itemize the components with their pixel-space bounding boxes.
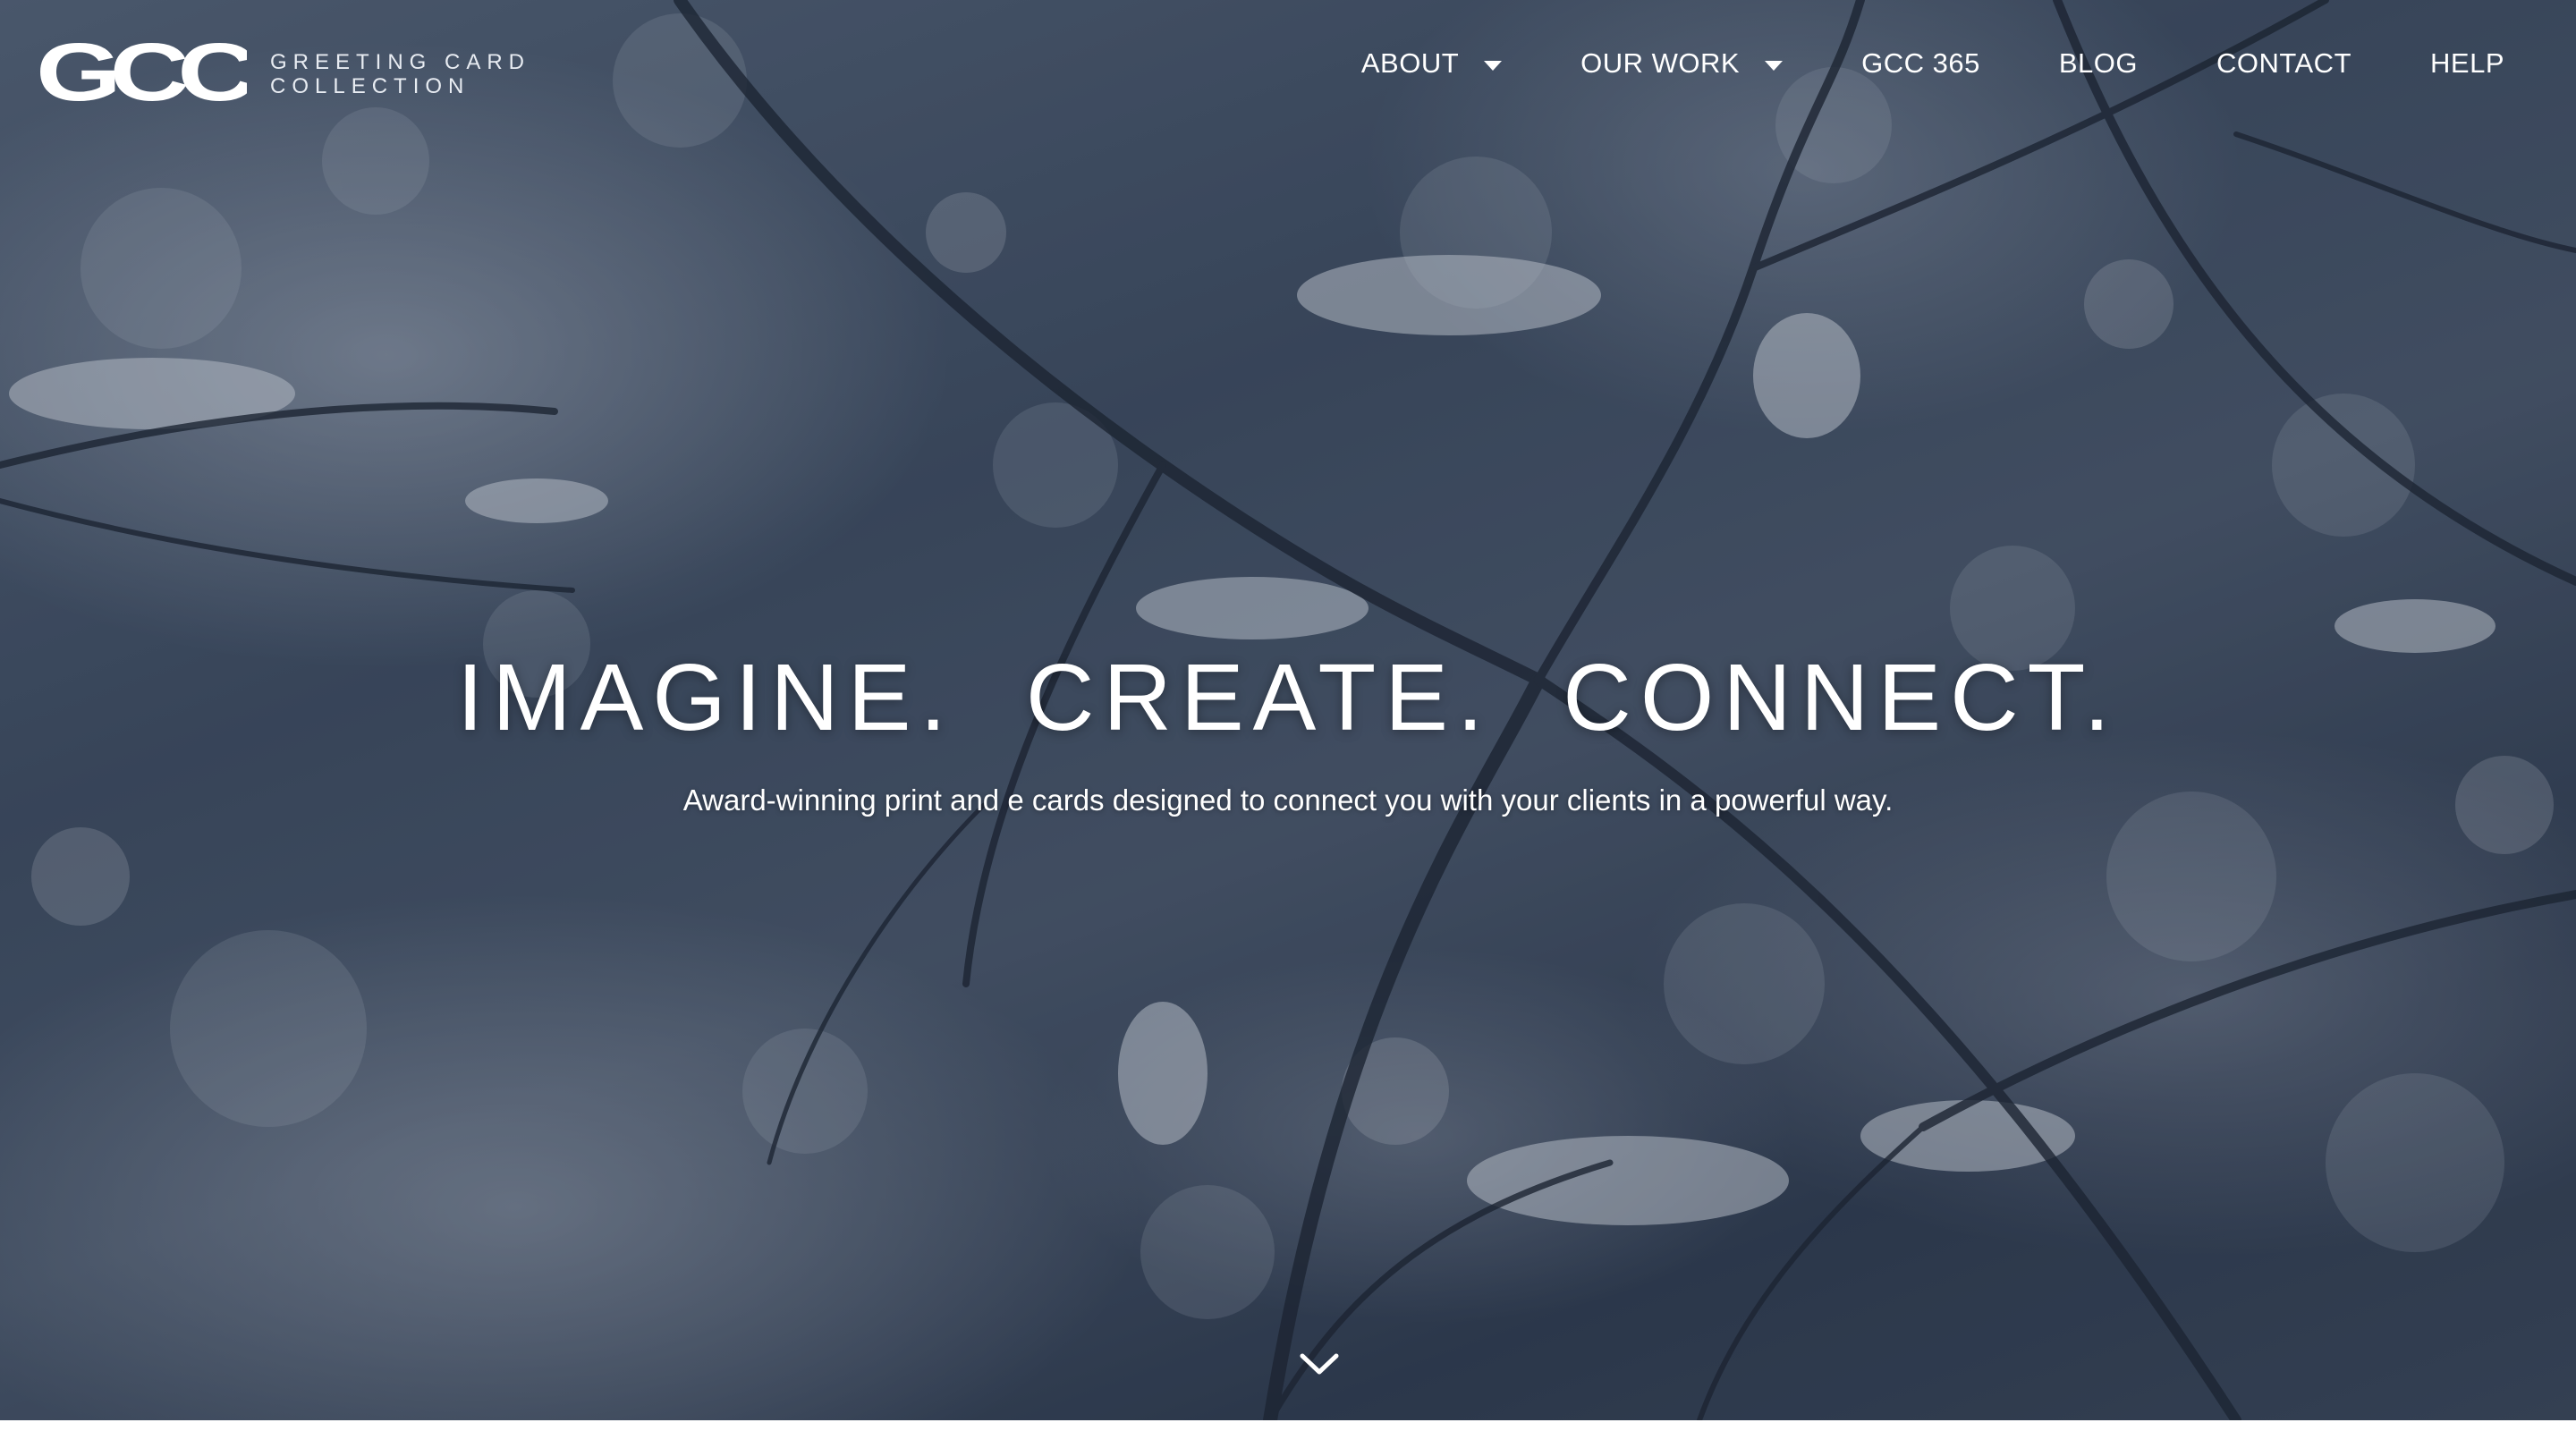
headline-word-imagine: IMAGINE.: [456, 645, 955, 750]
nav-item-gcc-365[interactable]: GCC 365: [1861, 43, 1980, 84]
chevron-down-icon[interactable]: [1299, 1351, 1340, 1377]
caret-down-icon: [1484, 60, 1503, 71]
logo-line-2: COLLECTION: [270, 74, 470, 98]
nav-item-label: ABOUT: [1360, 47, 1460, 79]
nav-item-our-work[interactable]: OUR WORK: [1580, 43, 1784, 84]
gcc-logo: GCC: [36, 36, 247, 113]
nav-item-blog[interactable]: BLOG: [2059, 43, 2138, 84]
logo-mark-text: GCC: [36, 36, 247, 113]
caret-down-icon: [1765, 60, 1784, 71]
nav-item-label: OUR WORK: [1580, 47, 1741, 79]
main-nav: ABOUT OUR WORK GCC 365 BLOG CONTACT HELP: [1361, 43, 2504, 84]
nav-item-label: HELP: [2430, 47, 2504, 79]
nav-item-contact[interactable]: CONTACT: [2216, 43, 2351, 84]
logo-wordmark: GREETING CARD COLLECTION: [270, 50, 530, 98]
logo-link[interactable]: GCC GREETING CARD COLLECTION: [36, 36, 530, 113]
nav-item-help[interactable]: HELP: [2430, 43, 2504, 84]
headline-word-connect: CONNECT.: [1563, 645, 2120, 750]
nav-item-label: GCC 365: [1861, 47, 1980, 79]
hero-section: GCC GREETING CARD COLLECTION ABOUT OUR W…: [0, 0, 2576, 1420]
nav-item-label: BLOG: [2058, 47, 2138, 79]
logo-line-1: GREETING CARD: [270, 50, 531, 74]
nav-item-about[interactable]: ABOUT: [1360, 43, 1503, 84]
page: GCC GREETING CARD COLLECTION ABOUT OUR W…: [0, 0, 2576, 1431]
headline-word-create: CREATE.: [1025, 645, 1493, 750]
nav-item-label: CONTACT: [2216, 47, 2352, 79]
hero-subheadline: Award-winning print and e cards designed…: [682, 783, 1894, 817]
hero-headline: IMAGINE. CREATE. CONNECT.: [0, 644, 2576, 752]
